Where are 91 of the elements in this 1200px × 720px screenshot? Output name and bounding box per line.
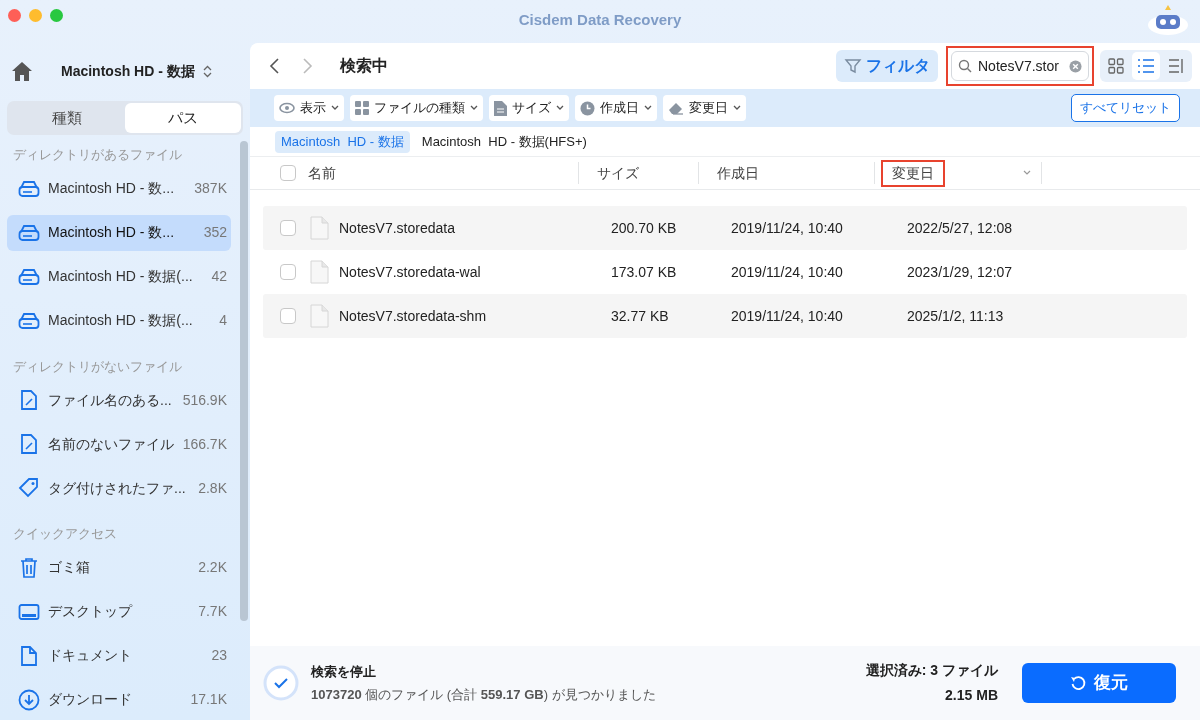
column-header[interactable]: 名前 (308, 162, 336, 184)
filter-dropdown[interactable]: 作成日 (575, 95, 657, 121)
created-date: 2019/11/24, 10:40 (731, 218, 844, 238)
clock-icon (580, 100, 595, 116)
sidebar-tab[interactable]: 種類 (9, 103, 125, 133)
modified-date: 2025/1/2, 11:13 (907, 306, 1005, 326)
sidebar-item[interactable]: ファイル名のある... 516.9K (7, 382, 231, 418)
window-title: Cisdem Data Recovery (518, 10, 682, 31)
row-checkbox[interactable] (280, 308, 296, 324)
selection-size: 2.15 MB (945, 686, 998, 705)
drive-icon (17, 311, 41, 330)
column-header[interactable]: 作成日 (717, 162, 759, 184)
page-title: 検索中 (340, 56, 388, 76)
chevron-down-icon[interactable] (1023, 170, 1031, 176)
updown-chevron-icon (202, 64, 212, 78)
clear-icon[interactable] (1069, 60, 1082, 73)
sidebar-item[interactable]: ドキュメント 23 (7, 637, 231, 674)
created-date: 2019/11/24, 10:40 (731, 262, 844, 282)
scrollbar[interactable] (240, 141, 248, 621)
file-icon (310, 304, 329, 328)
row-checkbox[interactable] (280, 264, 296, 280)
drive-icon (17, 223, 41, 242)
file-icon (310, 260, 329, 284)
back-icon[interactable] (268, 57, 282, 75)
tag-icon (17, 477, 41, 499)
sidebar-item[interactable]: デスクトップ 7.7K (7, 593, 231, 630)
chevron-down-icon (644, 105, 652, 111)
search-field[interactable]: NotesV7.stor (951, 51, 1089, 81)
file-name: NotesV7.storedata-wal (339, 262, 482, 282)
chevron-down-icon (331, 105, 339, 111)
breadcrumb-tab[interactable]: Macintosh HD - 数据(HFS+) (415, 130, 593, 153)
section-heading: クイックアクセス (12, 525, 118, 543)
modified-date: 2022/5/27, 12:08 (907, 218, 1014, 238)
file-name: NotesV7.storedata (339, 218, 456, 238)
column-header[interactable]: サイズ (597, 162, 639, 184)
sidebar-item[interactable]: ダウンロード 17.1K (7, 681, 231, 718)
status-title: 検索を停止 (311, 662, 377, 681)
restore-icon (1070, 675, 1086, 691)
modified-date: 2023/1/29, 12:07 (907, 262, 1014, 282)
filter-dropdown[interactable]: 表示 (274, 95, 344, 121)
eraser-icon (668, 101, 684, 115)
filter-button[interactable]: フィルタ (836, 50, 938, 82)
recover-button[interactable]: 復元 (1022, 663, 1176, 703)
selection-count: 選択済み: 3 ファイル (865, 661, 998, 680)
filter-dropdown[interactable]: 変更日 (663, 95, 746, 121)
document-icon (494, 100, 507, 116)
grid-icon (355, 101, 369, 115)
sidebar-item[interactable]: ゴミ箱 2.2K (7, 549, 231, 586)
search-icon (958, 59, 972, 73)
eye-icon (279, 102, 295, 114)
monitor-icon (17, 602, 41, 621)
download-icon (17, 688, 41, 711)
zoom-button[interactable] (50, 9, 63, 22)
column-header[interactable]: 変更日 (881, 159, 945, 187)
minimize-button[interactable] (29, 9, 42, 22)
sidebar-tab[interactable]: パス (125, 103, 241, 133)
drive-selector[interactable]: Macintosh HD - 数据 (61, 60, 195, 82)
chevron-down-icon (733, 105, 741, 111)
file-size: 173.07 KB (611, 262, 678, 282)
filter-dropdown[interactable]: サイズ (489, 95, 569, 121)
sidebar-item[interactable]: 名前のないファイル 166.7K (7, 426, 231, 462)
select-all-checkbox[interactable] (280, 165, 296, 181)
drive-icon (17, 179, 41, 198)
list-view-icon[interactable] (1132, 52, 1160, 80)
file-size: 32.77 KB (611, 306, 670, 326)
breadcrumb-tab[interactable]: Macintosh HD - 数据 (275, 130, 410, 153)
status-summary: 1073720 個のファイル (合計 559.17 GB) が見つかりました (311, 686, 656, 704)
created-date: 2019/11/24, 10:40 (731, 306, 844, 326)
forward-icon[interactable] (300, 57, 314, 75)
check-circle-icon (263, 665, 299, 701)
table-row[interactable]: NotesV7.storedata 200.70 KB 2019/11/24, 10:40 2022/5/27, 12:08 (263, 206, 1187, 250)
section-heading: ディレクトリがあるファイル (12, 146, 183, 164)
close-button[interactable] (8, 9, 21, 22)
row-checkbox[interactable] (280, 220, 296, 236)
section-heading: ディレクトリがないファイル (12, 357, 183, 376)
sidebar-item[interactable]: Macintosh HD - 数据(... 4 (7, 302, 231, 339)
table-row[interactable]: NotesV7.storedata-shm 32.77 KB 2019/11/24, 10:40 2025/1/2, 11:13 (263, 294, 1187, 338)
home-icon[interactable] (10, 60, 34, 82)
sidebar-item[interactable]: タグ付けされたファ... 2.8K (7, 470, 231, 506)
chevron-down-icon (470, 105, 478, 111)
sidebar-item[interactable]: Macintosh HD - 数... 352 (7, 214, 231, 251)
file-icon (310, 216, 329, 240)
sidebar-item[interactable]: Macintosh HD - 数据(... 42 (7, 258, 231, 295)
chevron-down-icon (556, 105, 564, 111)
file-size: 200.70 KB (611, 218, 678, 238)
reset-all-button[interactable]: すべてリセット (1071, 94, 1180, 122)
file-name: NotesV7.storedata-shm (339, 306, 488, 326)
filter-icon (844, 57, 862, 75)
sidebar-item[interactable]: Macintosh HD - 数... 387K (7, 170, 231, 207)
filter-dropdown[interactable]: ファイルの種類 (350, 95, 483, 121)
drive-icon (17, 267, 41, 286)
